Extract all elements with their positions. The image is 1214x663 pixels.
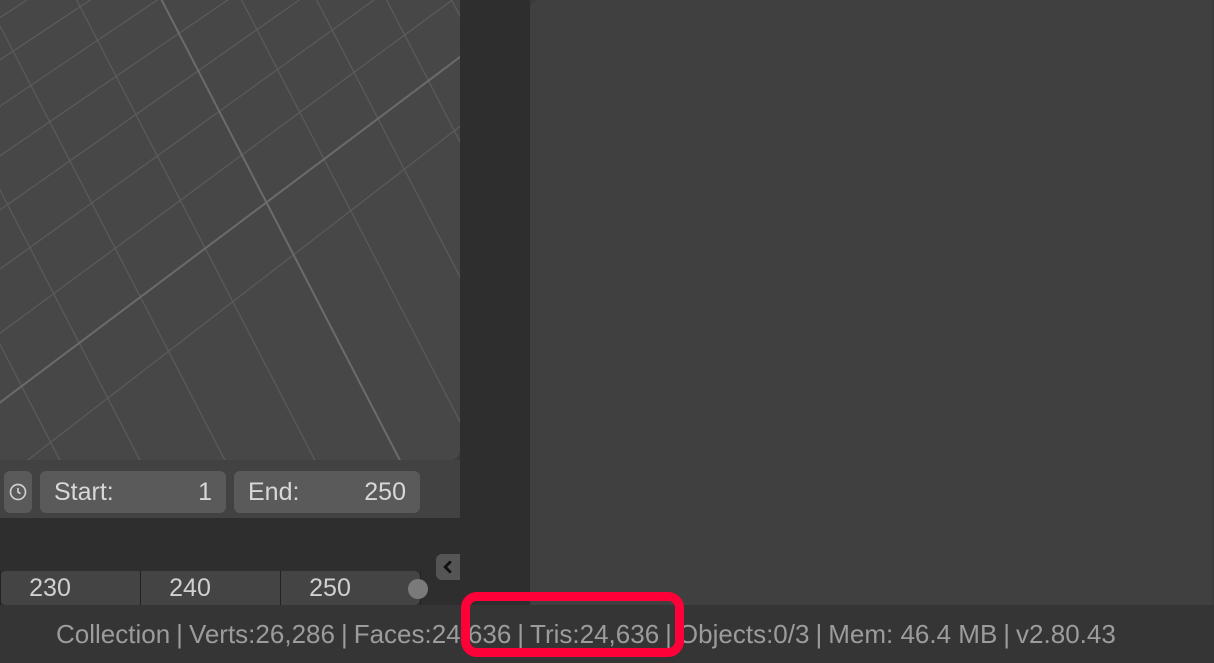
status-tris-label: Tris: bbox=[530, 619, 580, 650]
scrollbar-handle[interactable] bbox=[408, 579, 428, 599]
panel-splitter[interactable] bbox=[460, 0, 530, 605]
status-objects-value: 0/3 bbox=[773, 619, 809, 650]
status-faces-value: 24,636 bbox=[432, 619, 512, 650]
viewport-3d[interactable] bbox=[0, 0, 460, 460]
app-root: Start: 1 End: 250 230 240 250 bbox=[0, 0, 1214, 663]
ruler-tick-250: 250 bbox=[309, 574, 351, 603]
frame-start-field[interactable]: Start: 1 bbox=[40, 471, 226, 513]
status-verts-label: Verts: bbox=[189, 619, 255, 650]
ruler-tick-230: 230 bbox=[29, 574, 71, 603]
frame-end-label: End: bbox=[248, 478, 299, 507]
frame-end-field[interactable]: End: 250 bbox=[234, 471, 420, 513]
keying-set-button[interactable] bbox=[4, 471, 32, 513]
timeline-ruler[interactable]: 230 240 250 bbox=[0, 518, 460, 605]
status-verts-value: 26,286 bbox=[255, 619, 335, 650]
frame-range-inputs: Start: 1 End: 250 bbox=[0, 470, 460, 514]
status-faces-label: Faces: bbox=[354, 619, 432, 650]
status-tris-value: 24,636 bbox=[580, 619, 660, 650]
frame-start-value: 1 bbox=[198, 478, 212, 507]
status-version: v2.80.43 bbox=[1016, 619, 1116, 650]
status-mem-value: 46.4 MB bbox=[900, 619, 997, 650]
ruler-scrollbar[interactable]: 230 240 250 bbox=[0, 571, 420, 605]
right-panel[interactable] bbox=[530, 0, 1212, 605]
timeline-panel: Start: 1 End: 250 230 240 250 bbox=[0, 460, 460, 605]
frame-start-label: Start: bbox=[54, 478, 114, 507]
ruler-tick-240: 240 bbox=[169, 574, 211, 603]
collapse-icon[interactable] bbox=[436, 554, 460, 580]
status-collection: Collection bbox=[56, 619, 170, 650]
frame-end-value: 250 bbox=[364, 478, 406, 507]
status-mem-label: Mem: bbox=[828, 619, 893, 650]
status-objects-label: Objects: bbox=[678, 619, 773, 650]
status-bar: Collection | Verts: 26,286 | Faces: 24,6… bbox=[0, 605, 1214, 663]
